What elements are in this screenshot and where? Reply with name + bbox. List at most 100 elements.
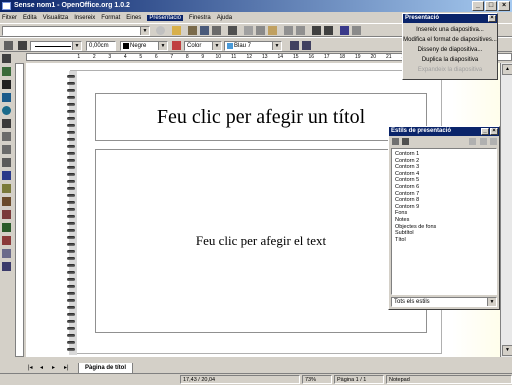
3d-objects-icon[interactable] [2, 119, 11, 128]
rectangle-tool-icon[interactable] [2, 93, 11, 102]
menu-format[interactable]: Format [101, 15, 120, 21]
text-tool-icon[interactable] [2, 80, 11, 89]
connector-tool-icon[interactable] [2, 158, 11, 167]
arrow-icon[interactable] [4, 41, 13, 50]
select-icon[interactable] [2, 54, 11, 63]
tab-nav-last-icon[interactable]: ▸| [64, 364, 69, 371]
interaction-tool-icon[interactable] [2, 210, 11, 219]
line-style-combo[interactable]: ▼ [30, 41, 82, 51]
edit-file-icon[interactable] [172, 26, 181, 35]
new-style-icon[interactable] [480, 138, 487, 145]
style-item[interactable]: Contorn 4 [395, 171, 493, 178]
navigator-icon[interactable] [312, 26, 321, 35]
graphic-styles-icon[interactable] [402, 138, 409, 145]
tab-nav-first-icon[interactable]: |◂ [28, 364, 33, 371]
arrange-icon[interactable] [302, 41, 311, 50]
style-item[interactable]: Contorn 1 [395, 151, 493, 158]
menu-ajuda[interactable]: Ajuda [217, 15, 232, 21]
gallery-icon[interactable] [324, 26, 333, 35]
paste-icon[interactable] [268, 26, 277, 35]
style-item[interactable]: Contorn 9 [395, 204, 493, 211]
stop-icon[interactable] [156, 26, 165, 35]
line-icon[interactable] [18, 41, 27, 50]
dock-icon[interactable]: _ [481, 128, 489, 135]
style-item[interactable]: Objectes de fons [395, 224, 493, 231]
tab-nav-next-icon[interactable]: ▸ [52, 364, 55, 371]
zoom-icon[interactable] [340, 26, 349, 35]
url-combo[interactable]: ▼ [2, 26, 150, 36]
close-button[interactable]: × [498, 1, 510, 11]
styles-list[interactable]: Contorn 1 Contorn 2 Contorn 3 Contorn 4 … [391, 148, 497, 295]
alignment-tool-icon[interactable] [2, 197, 11, 206]
ruler-tick: 7 [170, 54, 174, 60]
vertical-scrollbar[interactable]: ▲ ▼ [500, 63, 512, 357]
mail-icon[interactable] [212, 26, 221, 35]
style-item[interactable]: Contorn 8 [395, 197, 493, 204]
fill-type-combo[interactable]: Color ▼ [184, 41, 222, 51]
minimize-button[interactable]: _ [472, 1, 484, 11]
close-icon[interactable]: × [490, 128, 498, 135]
style-item[interactable]: Contorn 3 [395, 164, 493, 171]
menu-edita[interactable]: Edita [23, 15, 37, 21]
status-zoom[interactable]: 73% [302, 375, 332, 384]
menu-insert-slide[interactable]: Insereix una diapositiva... [403, 25, 497, 35]
ellipse-tool-icon[interactable] [2, 106, 11, 115]
slide-show-icon[interactable] [2, 262, 11, 271]
line-tool-icon[interactable] [2, 145, 11, 154]
style-item[interactable]: Notes [395, 217, 493, 224]
open-icon[interactable] [188, 26, 197, 35]
menu-fitxer[interactable]: Fitxer [2, 15, 17, 21]
menu-presentacio[interactable]: Presentació [147, 14, 183, 21]
style-filter-combo[interactable]: Tots els estils ▼ [391, 297, 497, 307]
3d-effects-icon[interactable] [2, 249, 11, 258]
menu-eines[interactable]: Eines [126, 15, 141, 21]
print-icon[interactable] [228, 26, 237, 35]
styles-panel-title-text: Estils de presentació [391, 128, 452, 134]
menu-insereix[interactable]: Insereix [74, 15, 95, 21]
fill-color-combo[interactable]: Blau 7 ▼ [224, 41, 282, 51]
line-color-combo[interactable]: Negre ▼ [120, 41, 168, 51]
undo-icon[interactable] [284, 26, 293, 35]
style-item[interactable]: Contorn 6 [395, 184, 493, 191]
arrange-tool-icon[interactable] [2, 223, 11, 232]
style-item[interactable]: Títol [395, 237, 493, 244]
fill-format-icon[interactable] [469, 138, 476, 145]
binding-ring [67, 215, 75, 218]
line-width-field[interactable]: 0,00cm [86, 41, 116, 51]
save-icon[interactable] [200, 26, 209, 35]
cut-icon[interactable] [244, 26, 253, 35]
text-placeholder[interactable]: Feu clic per afegir el text [95, 149, 427, 333]
effects-tool-icon[interactable] [2, 184, 11, 193]
help-icon[interactable] [352, 26, 361, 35]
rotate-tool-icon[interactable] [2, 171, 11, 180]
binding-ring [67, 229, 75, 232]
close-icon[interactable]: × [488, 15, 496, 22]
binding-ring [67, 236, 75, 239]
title-placeholder[interactable]: Feu clic per afegir un títol [95, 93, 427, 141]
scroll-up-icon[interactable]: ▲ [502, 64, 512, 75]
menu-slide-design[interactable]: Disseny de diapositiva... [403, 45, 497, 55]
menu-duplicate-slide[interactable]: Duplica la diapositiva [403, 55, 497, 65]
style-item[interactable]: Contorn 7 [395, 191, 493, 198]
presentation-styles-icon[interactable] [392, 138, 399, 145]
menu-visualitza[interactable]: Visualitza [43, 15, 69, 21]
menu-finestra[interactable]: Finestra [189, 15, 211, 21]
update-style-icon[interactable] [490, 138, 497, 145]
scroll-down-icon[interactable]: ▼ [502, 345, 512, 356]
copy-icon[interactable] [256, 26, 265, 35]
shadow-icon[interactable] [290, 41, 299, 50]
zoom-tool-icon[interactable] [2, 67, 11, 76]
style-item[interactable]: Contorn 5 [395, 177, 493, 184]
menu-expand-slide: Expandeix la diapositiva [417, 67, 483, 73]
curve-tool-icon[interactable] [2, 132, 11, 141]
menu-modify-layout[interactable]: Modifica el format de diapositives... [403, 35, 497, 45]
maximize-button[interactable]: □ [485, 1, 497, 11]
binding-ring [67, 180, 75, 183]
redo-icon[interactable] [296, 26, 305, 35]
insert-tool-icon[interactable] [2, 236, 11, 245]
style-item[interactable]: Contorn 2 [395, 158, 493, 165]
style-item[interactable]: Fons [395, 210, 493, 217]
tab-nav-prev-icon[interactable]: ◂ [40, 364, 43, 371]
fill-bucket-icon[interactable] [172, 41, 181, 50]
style-item[interactable]: Subtítol [395, 230, 493, 237]
